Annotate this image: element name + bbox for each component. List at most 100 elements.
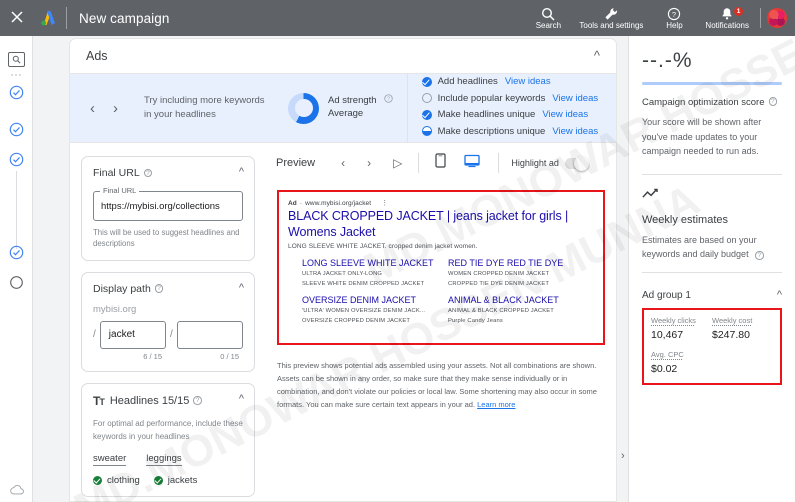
sidebar-step-1[interactable] [9,85,24,100]
display-path-panel: Display path ? ^ mybisi.org / jacket / 6… [81,271,255,372]
google-ads-logo [34,10,60,26]
view-ideas-link[interactable]: View ideas [505,76,551,87]
stat-weekly-cost: Weekly cost $247.80 [712,316,773,341]
notifications-button[interactable]: 1 Notifications [700,6,754,30]
check-green-icon [153,475,163,485]
preview-title: Preview [276,157,316,169]
sitelink-item[interactable]: RED TIE DYE RED TIE DYE WOMEN CROPPED DE… [448,258,594,288]
optimization-score-title-row: Campaign optimization score ? [642,97,782,108]
play-icon[interactable]: ▷ [393,157,402,169]
ad-headline[interactable]: BLACK CROPPED JACKET | jeans jacket for … [288,209,594,240]
wrench-icon [604,6,618,21]
highlight-ad-label: Highlight ad [511,158,559,168]
mobile-icon[interactable] [435,153,446,173]
stats-row: Weekly clicks 10,467 Weekly cost $247.80 [651,316,773,341]
sidebar-step-4[interactable] [9,245,24,260]
desktop-icon[interactable] [464,154,481,173]
help-circle-icon[interactable]: ? [143,168,153,178]
ad-description: LONG SLEEVE WHITE JACKET. cropped denim … [288,243,478,251]
rail-connector [16,171,17,249]
stat-label: Avg. CPC [651,349,684,359]
text-format-icon: TT [93,393,105,408]
sitelink-item[interactable]: ANIMAL & BLACK JACKET ANIMAL & BLACK CRO… [448,295,594,325]
ad-badge: Ad [288,199,297,207]
help-button[interactable]: ? Help [648,6,700,30]
highlight-ad-toggle[interactable] [564,155,589,171]
keyword-chip[interactable]: leggings [146,453,182,466]
keyword-chip[interactable]: sweater [93,453,127,466]
view-ideas-link[interactable]: View ideas [552,93,598,104]
help-circle-icon[interactable]: ? [755,251,764,260]
sidebar-step-3[interactable] [9,152,24,167]
sitelink-line2: OVERSIZE CROPPED DENIM JACKET [302,317,411,324]
keyword-used[interactable]: clothing [93,475,140,486]
ad-strength-checklist: Add headlines View ideas Include popular… [408,75,599,141]
divider [642,173,782,175]
learn-more-link[interactable]: Learn more [477,400,515,409]
close-icon[interactable] [0,11,34,25]
cloud-icon[interactable] [10,482,24,495]
ad-preview-column: Preview ‹ › ▷ Highlight ad Ad · www.mybi… [266,145,616,501]
chevron-right-icon[interactable]: › [367,157,371,169]
checklist-item[interactable]: Add headlines View ideas [421,75,599,89]
checklist-item[interactable]: Include popular keywords View ideas [421,92,598,106]
tools-label: Tools and settings [579,20,644,30]
weekly-estimates-text: Estimates are based on your keywords and… [642,234,757,260]
headlines-subtitle: For optimal ad performance, include thes… [93,418,243,442]
help-circle-icon[interactable]: ? [154,284,164,293]
sitelink-title: RED TIE DYE RED TIE DYE [448,258,564,269]
stat-avg-cpc: Avg. CPC $0.02 [651,350,712,375]
sitelink-item[interactable]: LONG SLEEVE WHITE JACKET ULTRA JACKET ON… [302,258,448,288]
sitelink-item[interactable]: OVERSIZE DENIM JACKET 'ULTRA' WOMEN OVER… [302,295,448,325]
chevron-right-icon[interactable]: › [113,101,118,116]
sitelink-title: LONG SLEEVE WHITE JACKET [302,258,434,269]
chevron-up-icon[interactable]: ^ [239,166,244,178]
final-url-title: Final URL ? [93,167,243,179]
sitelink-title: ANIMAL & BLACK JACKET [448,295,559,306]
help-circle-icon[interactable]: ? [768,97,778,106]
chevron-up-icon[interactable]: ^ [239,282,244,294]
final-url-hint: This will be used to suggest headlines a… [93,228,240,249]
checklist-item[interactable]: Make descriptions unique View ideas [421,125,598,139]
view-ideas-link[interactable]: View ideas [542,109,588,120]
chevron-up-icon[interactable]: ^ [594,48,600,63]
display-path-label: Display path [93,282,151,295]
app-root: New campaign Search Tools and settings ?… [0,0,795,502]
help-circle-icon[interactable]: ? [193,396,202,405]
sidebar-step-5[interactable] [9,275,24,290]
ad-group-row[interactable]: Ad group 1 ^ [642,289,782,301]
sitelink-line1: WOMEN CROPPED DENIM JACKET [448,271,550,278]
sidebar-step-2[interactable] [9,122,24,137]
final-url-input[interactable]: Final URL https://mybisi.org/collections [93,186,243,221]
more-vertical-icon[interactable]: ⋮ [381,199,388,207]
divider [418,153,420,173]
headlines-title: TT Headlines 15/15 ? [93,394,243,408]
chevron-left-icon[interactable]: ‹ [341,157,345,169]
help-circle-icon[interactable]: ? [383,94,393,105]
stat-value: $247.80 [712,328,750,341]
preview-disclaimer: This preview shows potential ads assembl… [277,359,605,412]
chevron-up-icon[interactable]: ^ [239,393,244,405]
ad-strength-labels: Ad strength Average [328,95,377,121]
weekly-estimates-description: Estimates are based on your keywords and… [642,233,782,262]
sitelink-title: OVERSIZE DENIM JACKET [302,295,417,306]
campaign-search-icon[interactable] [8,52,25,67]
chevron-up-icon[interactable]: ^ [777,289,782,301]
view-ideas-link[interactable]: View ideas [552,126,598,137]
display-path-1-value: jacket [108,329,135,341]
chevron-left-icon[interactable]: ‹ [90,101,95,116]
display-path-1-input[interactable]: jacket [99,320,166,349]
ad-display-url: www.mybisi.org/jacket [305,199,372,207]
preview-toolbar: Preview ‹ › ▷ Highlight ad [266,145,616,181]
display-path-2-input[interactable] [176,320,243,349]
ad-strength-ring [288,92,319,124]
ad-group-label: Ad group 1 [642,289,691,301]
avatar[interactable] [767,8,787,28]
checklist-item[interactable]: Make headlines unique View ideas [421,108,599,122]
keyword-used[interactable]: jackets [153,475,197,486]
tools-and-settings-button[interactable]: Tools and settings [574,6,648,30]
collapse-panel-button[interactable]: › [621,450,625,462]
search-button[interactable]: Search [522,6,574,30]
headlines-panel: TT Headlines 15/15 ? ^ For optimal ad pe… [81,382,255,497]
final-url-value: https://mybisi.org/collections [101,200,220,212]
